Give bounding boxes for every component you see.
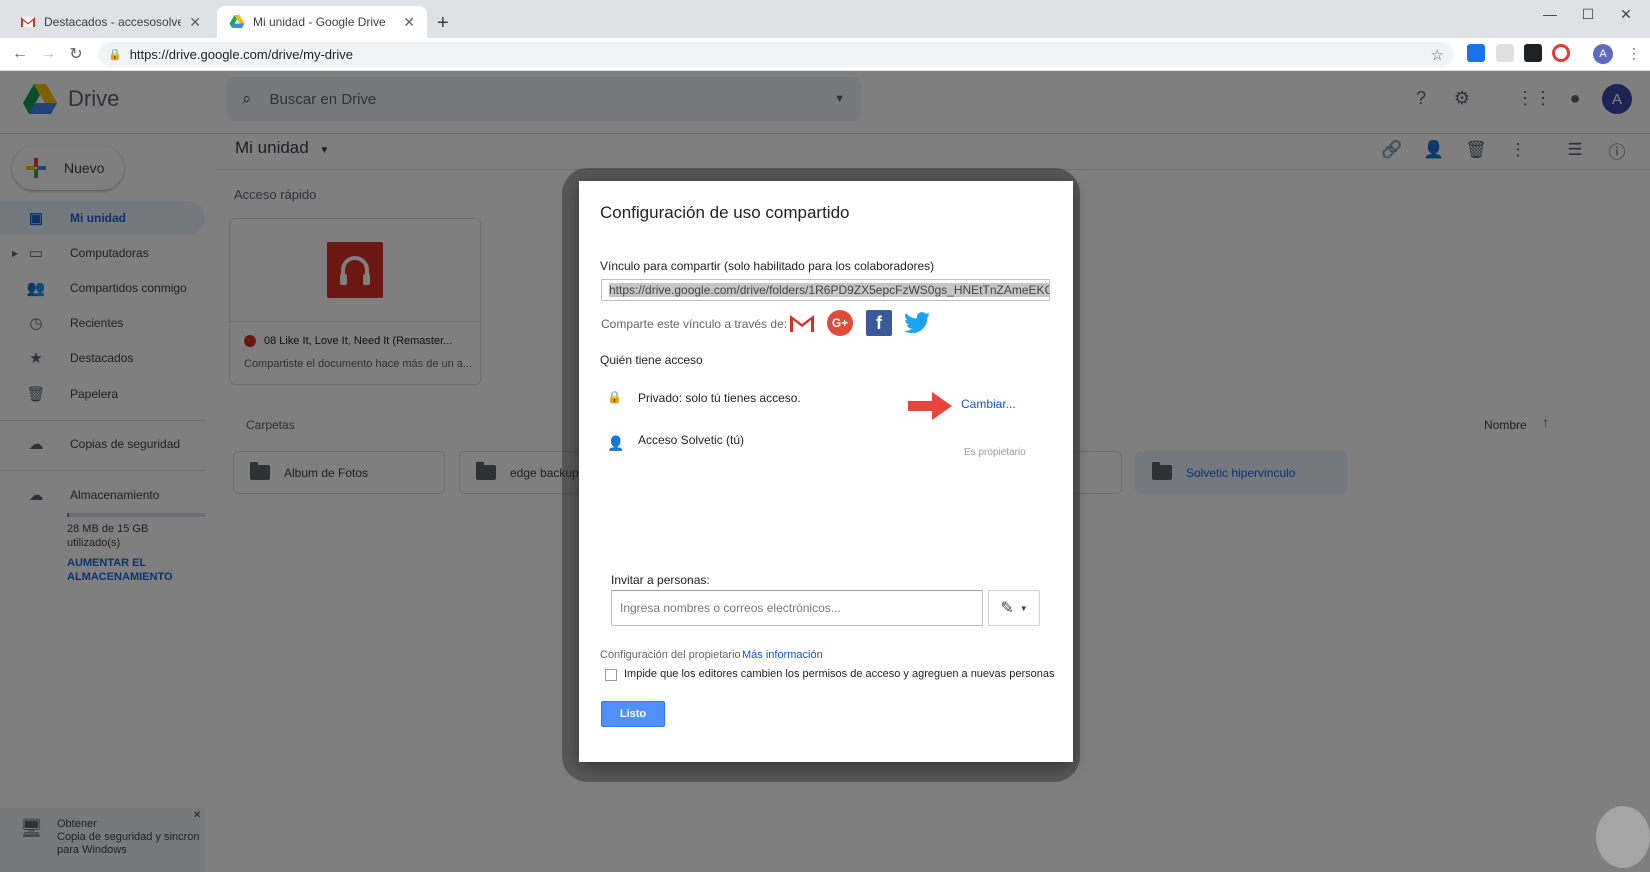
tab-title: Destacados - accesosolvetic1@g xyxy=(44,15,182,29)
lock-icon: 🔒 xyxy=(607,390,622,404)
tab-title: Mi unidad - Google Drive xyxy=(253,15,386,29)
google-drive-icon xyxy=(229,14,245,30)
bookmark-star-icon[interactable]: ☆ xyxy=(1431,46,1444,64)
prevent-editors-label: Impide que los editores cambien los perm… xyxy=(624,668,1055,680)
opera-icon[interactable] xyxy=(1552,44,1570,62)
sharing-settings-dialog: Configuración de uso compartido Vínculo … xyxy=(579,181,1073,762)
tab-drive[interactable]: Mi unidad - Google Drive ✕ xyxy=(217,6,427,38)
lock-icon: 🔒 xyxy=(108,49,122,61)
invite-label: Invitar a personas: xyxy=(611,573,710,587)
change-access-link[interactable]: Cambiar... xyxy=(961,397,1016,411)
close-tab-icon[interactable]: ✕ xyxy=(403,14,415,31)
url-text: https://drive.google.com/drive/my-drive xyxy=(129,47,353,62)
google-plus-share-icon[interactable]: G+ xyxy=(827,310,853,336)
close-tab-icon[interactable]: ✕ xyxy=(189,14,201,31)
owner-role: Es propietario xyxy=(964,447,1026,458)
extension-icon[interactable] xyxy=(1496,44,1514,62)
share-link-label: Vínculo para compartir (solo habilitado … xyxy=(600,259,935,273)
access-title: Quién tiene acceso xyxy=(600,353,703,367)
share-via-label: Comparte este vínculo a través de: xyxy=(601,317,788,331)
reload-icon[interactable]: ↻ xyxy=(64,42,88,66)
pencil-icon: ✎ xyxy=(1000,600,1014,617)
forward-icon[interactable]: → xyxy=(36,42,60,66)
access-private-text: Privado: solo tú tienes acceso. xyxy=(638,391,801,405)
person-icon: 👤 xyxy=(607,435,625,451)
extension-icon[interactable] xyxy=(1524,44,1542,62)
twitter-share-icon[interactable] xyxy=(904,310,930,336)
watermark-logo xyxy=(1596,806,1650,868)
invite-people-input[interactable]: Ingresa nombres o correos electrónicos..… xyxy=(611,590,983,626)
back-icon[interactable]: ← xyxy=(8,42,32,66)
more-vert-icon[interactable]: ⋮ xyxy=(1627,45,1641,62)
red-arrow-annotation-icon xyxy=(908,391,952,426)
owner-name: Acceso Solvetic (tú) xyxy=(638,433,745,447)
owner-settings-label: Configuración del propietario xyxy=(600,649,741,661)
done-button[interactable]: Listo xyxy=(601,701,665,727)
gmail-icon xyxy=(20,14,36,30)
tab-gmail[interactable]: Destacados - accesosolvetic1@g ✕ xyxy=(8,6,213,38)
prevent-editors-checkbox[interactable] xyxy=(605,669,617,681)
gmail-share-icon[interactable] xyxy=(789,310,815,336)
share-link-field[interactable]: https://drive.google.com/drive/folders/1… xyxy=(601,279,1050,301)
address-bar[interactable]: 🔒 https://drive.google.com/drive/my-driv… xyxy=(98,42,1454,67)
caret-down-icon: ▼ xyxy=(1019,603,1028,613)
share-link-value: https://drive.google.com/drive/folders/1… xyxy=(609,283,1049,297)
new-tab-button[interactable]: + xyxy=(437,12,449,35)
extension-icon[interactable] xyxy=(1467,44,1485,62)
facebook-share-icon[interactable]: f xyxy=(866,310,892,336)
profile-avatar[interactable]: A xyxy=(1593,44,1613,64)
more-info-link[interactable]: Más información xyxy=(742,649,823,661)
permission-dropdown-button[interactable]: ✎ ▼ xyxy=(988,590,1040,626)
dialog-title: Configuración de uso compartido xyxy=(600,203,850,222)
close-window-button[interactable]: ✕ xyxy=(1603,0,1649,28)
